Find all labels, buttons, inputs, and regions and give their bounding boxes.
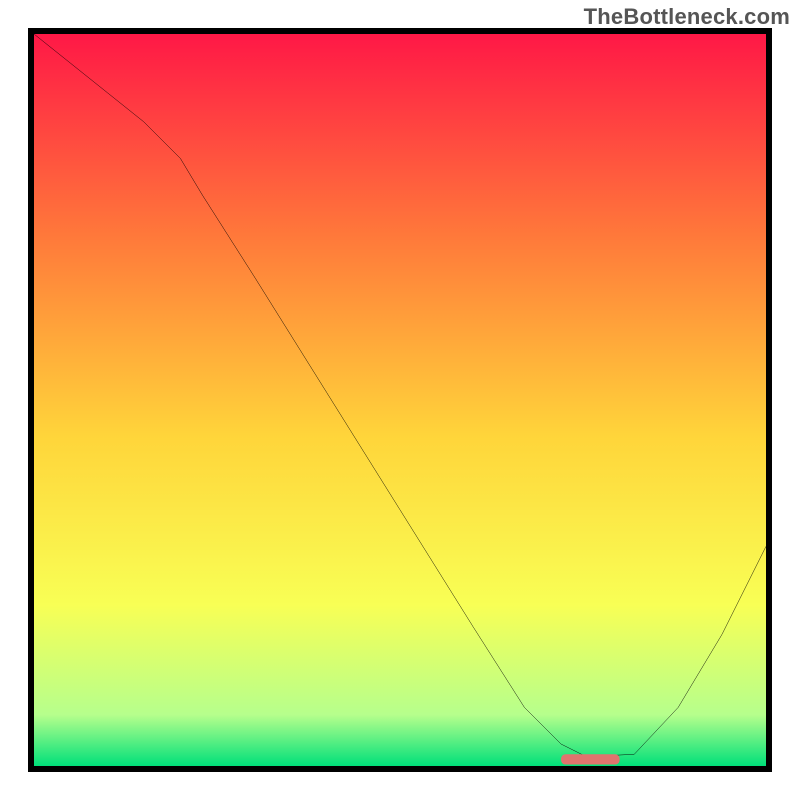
optimal-marker <box>561 754 620 764</box>
gradient-background <box>34 34 766 766</box>
bottleneck-chart <box>34 34 766 766</box>
chart-frame <box>28 28 772 772</box>
watermark-text: TheBottleneck.com <box>584 4 790 30</box>
